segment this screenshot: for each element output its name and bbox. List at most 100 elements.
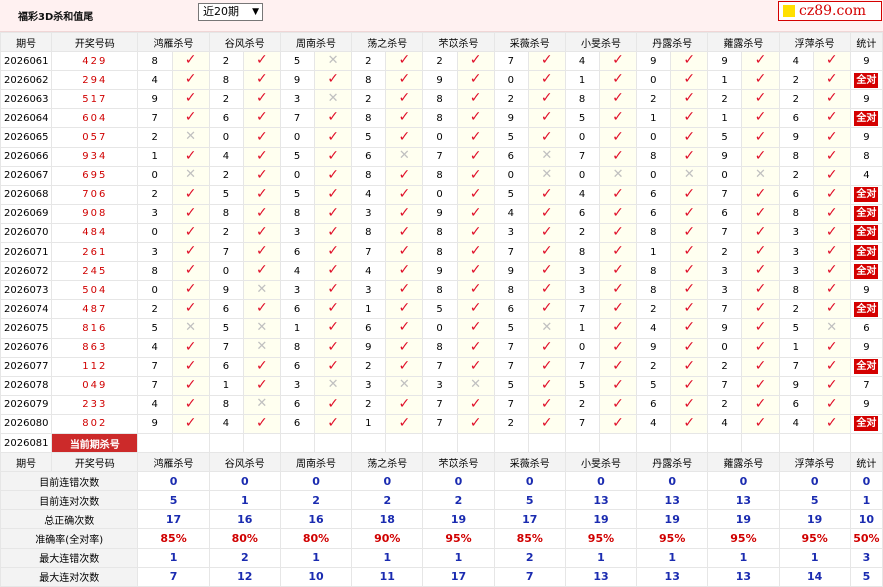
kill-number: 5: [493, 127, 529, 148]
brand-logo[interactable]: cz89.com: [778, 1, 882, 21]
kill-number: 6: [493, 146, 529, 167]
table-row: 2026074 487 2 ✓ 6 ✓ 6 ✓ 1 ✓ 5 ✓ 6 ✓ 7 ✓ 2 ✓ 7 ✓ 2 ✓ 全对: [0, 299, 883, 320]
row-stat: 全对: [849, 203, 883, 224]
check-icon: ✓: [171, 222, 210, 244]
kill-number: 2: [636, 89, 672, 110]
stat-value: 1: [422, 547, 495, 568]
stat-label: 总正确次数: [0, 509, 139, 530]
issue-number: 2026073: [0, 280, 53, 301]
column-header: 荡之杀号: [351, 452, 424, 473]
kill-number: 5: [279, 146, 316, 167]
check-icon: ✓: [812, 222, 851, 244]
current-kill-number: 2: [707, 432, 743, 454]
kill-number: 6: [778, 108, 814, 129]
check-icon: ✓: [314, 242, 353, 263]
draw-number: 261: [51, 242, 139, 263]
stat-row: 最大连对次数 7 12 10 11 17 7 13 13 13 14 5: [0, 566, 883, 587]
kill-number: 2: [208, 51, 244, 72]
kill-number: 9: [707, 318, 743, 339]
draw-number: 112: [51, 356, 139, 377]
check-icon: ✓: [598, 70, 638, 91]
check-icon: ✓: [171, 146, 210, 167]
check-icon: ✓: [242, 203, 281, 224]
check-icon: ✓: [598, 394, 638, 415]
check-icon: ✓: [812, 203, 851, 224]
kill-number: 6: [707, 203, 743, 224]
row-stat: 全对: [849, 299, 883, 320]
row-stat: 9: [849, 394, 883, 415]
check-icon: ✓: [741, 299, 780, 320]
kill-number: 7: [778, 356, 814, 377]
kill-number: 8: [422, 165, 458, 186]
check-icon: ✓: [456, 318, 495, 339]
kill-number: 3: [279, 89, 316, 110]
check-icon: ✓: [527, 394, 566, 415]
kill-number: 0: [564, 165, 600, 186]
kill-number: 8: [208, 70, 244, 91]
check-icon: ✓: [527, 89, 566, 110]
check-icon: ✓: [171, 356, 210, 377]
kill-number: 2: [493, 89, 529, 110]
check-icon: ✓: [242, 51, 281, 72]
period-select-value: 近20期: [203, 5, 239, 18]
kill-number: 8: [208, 394, 244, 415]
kill-number: 0: [564, 127, 600, 148]
kill-number: 8: [279, 337, 316, 358]
kill-number: 5: [707, 127, 743, 148]
check-icon: ✓: [598, 413, 638, 434]
check-icon: ✓: [670, 318, 709, 339]
stat-value: 50%: [849, 528, 883, 549]
stat-value: 19: [422, 509, 495, 530]
stat-label: 目前连对次数: [0, 490, 139, 511]
cross-icon: ✕: [456, 375, 495, 396]
correct-count: 9: [863, 55, 870, 67]
check-icon: ✓: [670, 146, 709, 167]
draw-number: 706: [51, 184, 139, 205]
check-icon: ✓: [741, 146, 780, 167]
check-icon: ✓: [741, 242, 780, 263]
issue-number: 2026079: [0, 394, 53, 415]
column-header: 蕹露杀号: [707, 31, 780, 53]
check-icon: ✓: [242, 108, 281, 129]
check-icon: ✓: [670, 203, 709, 224]
issue-number: 2026080: [0, 413, 53, 434]
column-header: 蕹露杀号: [707, 452, 780, 473]
kill-number: 8: [422, 337, 458, 358]
check-icon: ✓: [741, 261, 780, 282]
kill-number: 0: [137, 280, 173, 301]
header-row: 期号 开奖号码 鸿雁杀号 谷风杀号 周南杀号 荡之杀号 芣苡杀号 采薇杀号 小旻杀号 丹露杀号 蕹露…: [0, 31, 883, 53]
stat-row: 最大连错次数 1 2 1 1 1 2 1 1 1 1 3: [0, 547, 883, 568]
stat-value: 11: [351, 566, 424, 587]
kill-number: 2: [208, 222, 244, 244]
kill-number: 6: [636, 203, 672, 224]
current-kill-number: 5: [137, 432, 173, 454]
check-icon: ✓: [314, 299, 353, 320]
check-icon: ✓: [385, 222, 424, 244]
check-icon: ✓: [527, 70, 566, 91]
kill-number: 7: [137, 356, 173, 377]
period-select[interactable]: 近20期 ▼: [198, 3, 263, 21]
cross-icon: ✕: [242, 280, 281, 301]
check-icon: ✓: [456, 70, 495, 91]
issue-number: 2026077: [0, 356, 53, 377]
kill-number: 1: [137, 146, 173, 167]
check-icon: ✓: [171, 242, 210, 263]
draw-number: 429: [51, 51, 139, 72]
check-icon: ✓: [812, 184, 851, 205]
kill-number: 7: [493, 356, 529, 377]
correct-count: 9: [863, 284, 870, 296]
all-correct-badge: 全对: [854, 244, 879, 260]
kill-number: 6: [636, 184, 672, 205]
kill-number: 8: [351, 70, 387, 91]
kill-number: 2: [351, 394, 387, 415]
stat-value: 1: [208, 490, 281, 511]
kill-number: 5: [564, 375, 600, 396]
check-icon: ✓: [812, 413, 851, 434]
all-correct-badge: 全对: [854, 110, 879, 126]
check-icon: ✓: [741, 337, 780, 358]
table-row: 2026079 233 4 ✓ 8 ✕ 6 ✓ 2 ✓ 7 ✓ 7 ✓ 2 ✓ 6 ✓ 2 ✓ 6 ✓ 9: [0, 394, 883, 415]
kill-number: 8: [564, 89, 600, 110]
kill-number: 7: [422, 146, 458, 167]
kill-number: 7: [564, 146, 600, 167]
stat-value: 1: [778, 547, 851, 568]
